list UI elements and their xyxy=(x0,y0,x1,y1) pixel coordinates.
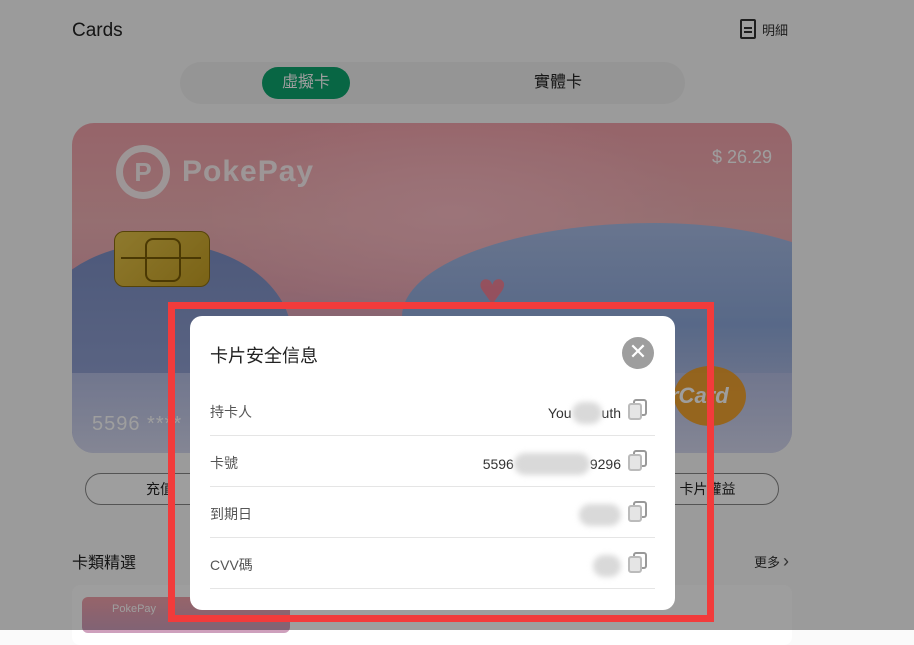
redacted-text xyxy=(593,555,621,577)
card-security-dialog: 卡片安全信息 ✕ 持卡人 You uth 卡號 5596 9296 到期日 CV… xyxy=(190,316,675,610)
row-label: CVV碼 xyxy=(210,557,253,573)
expiry-value xyxy=(579,504,621,526)
copy-icon[interactable] xyxy=(627,501,651,525)
row-label: 持卡人 xyxy=(210,404,252,420)
close-icon[interactable]: ✕ xyxy=(622,337,654,369)
cvv-value xyxy=(593,555,621,577)
copy-icon[interactable] xyxy=(627,552,651,576)
row-label: 卡號 xyxy=(210,455,238,471)
copy-icon[interactable] xyxy=(627,399,651,423)
dialog-title: 卡片安全信息 xyxy=(210,346,318,366)
value-prefix: 5596 xyxy=(482,456,514,472)
cardholder-value: You uth xyxy=(548,402,621,424)
card-number-row: 卡號 5596 9296 xyxy=(210,437,655,487)
expiry-row: 到期日 xyxy=(210,488,655,538)
redacted-text xyxy=(571,402,602,424)
value-suffix: uth xyxy=(601,405,621,421)
value-prefix: You xyxy=(547,405,572,421)
cvv-row: CVV碼 xyxy=(210,539,655,589)
row-label: 到期日 xyxy=(210,506,252,522)
redacted-text xyxy=(513,453,590,475)
card-number-value: 5596 9296 xyxy=(483,453,621,475)
copy-icon[interactable] xyxy=(627,450,651,474)
value-suffix: 9296 xyxy=(589,456,621,472)
redacted-text xyxy=(579,504,621,526)
cardholder-row: 持卡人 You uth xyxy=(210,386,655,436)
